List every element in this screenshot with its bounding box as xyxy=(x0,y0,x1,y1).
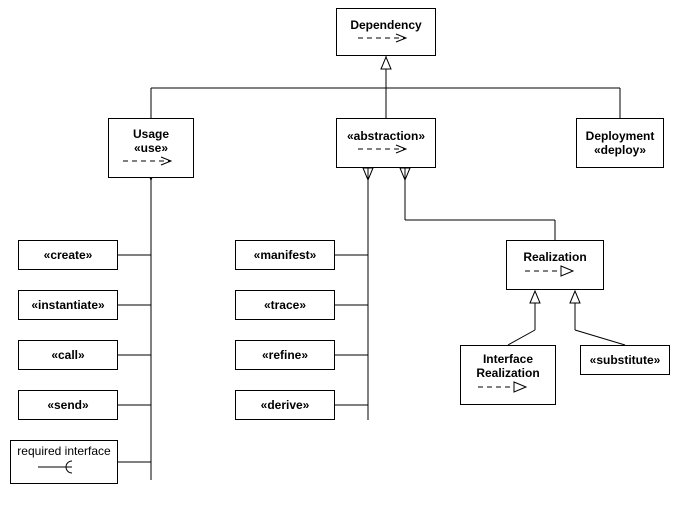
node-usage: Usage «use» xyxy=(108,118,194,178)
instantiate-stereo: «instantiate» xyxy=(31,298,104,312)
usage-title: Usage xyxy=(133,127,169,141)
derive-stereo: «derive» xyxy=(261,398,310,412)
node-instantiate: «instantiate» xyxy=(18,290,118,320)
node-required-interface: required interface xyxy=(10,440,118,484)
node-abstraction: «abstraction» xyxy=(336,118,436,168)
dashed-arrow-icon xyxy=(356,32,416,47)
realization-title: Realization xyxy=(523,250,586,264)
node-dependency: Dependency xyxy=(336,8,436,56)
reqif-label: required interface xyxy=(17,444,110,458)
node-interface-realization: Interface Realization xyxy=(460,345,556,405)
dashed-arrow-icon xyxy=(121,155,181,170)
node-realization: Realization xyxy=(506,240,604,290)
create-stereo: «create» xyxy=(44,248,93,262)
deployment-title: Deployment xyxy=(586,129,655,143)
dashed-arrow-icon xyxy=(356,143,416,158)
node-refine: «refine» xyxy=(235,340,335,370)
node-manifest: «manifest» xyxy=(235,240,335,270)
dependency-title: Dependency xyxy=(350,18,421,32)
node-deployment: Deployment «deploy» xyxy=(576,118,664,168)
manifest-stereo: «manifest» xyxy=(254,248,317,262)
node-create: «create» xyxy=(18,240,118,270)
refine-stereo: «refine» xyxy=(262,348,308,362)
send-stereo: «send» xyxy=(47,398,88,412)
required-interface-icon xyxy=(32,458,96,479)
usage-stereo: «use» xyxy=(134,141,168,155)
trace-stereo: «trace» xyxy=(264,298,306,312)
deployment-stereo: «deploy» xyxy=(594,143,646,157)
node-call: «call» xyxy=(18,340,118,370)
substitute-stereo: «substitute» xyxy=(590,353,661,367)
call-stereo: «call» xyxy=(51,348,84,362)
realization-arrow-icon xyxy=(476,380,540,397)
node-send: «send» xyxy=(18,390,118,420)
node-substitute: «substitute» xyxy=(580,345,670,375)
ir-title: Interface Realization xyxy=(476,353,539,381)
realization-arrow-icon xyxy=(523,264,587,281)
node-trace: «trace» xyxy=(235,290,335,320)
abstraction-stereo: «abstraction» xyxy=(347,129,425,143)
node-derive: «derive» xyxy=(235,390,335,420)
